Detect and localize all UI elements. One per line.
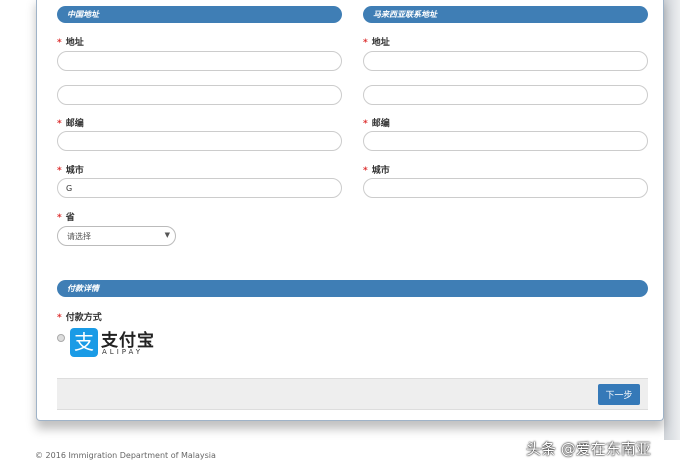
- payment-details-header: 付款详情: [57, 280, 648, 297]
- cn-city-input[interactable]: [57, 178, 342, 198]
- alipay-logo-icon[interactable]: 支: [70, 328, 98, 357]
- cn-city-label: * 城市: [57, 166, 84, 176]
- cn-postcode-input[interactable]: [57, 131, 342, 151]
- form-actions-bar: 下一步: [57, 378, 648, 410]
- next-button[interactable]: 下一步: [598, 384, 640, 405]
- cn-state-select[interactable]: 请选择 ▼: [57, 226, 176, 246]
- my-city-input[interactable]: [363, 178, 648, 198]
- footer-copyright: © 2016 Immigration Department of Malaysi…: [35, 451, 216, 460]
- malaysia-address-header: 马来西亚联系地址: [363, 6, 648, 23]
- my-postcode-input[interactable]: [363, 131, 648, 151]
- my-city-label: * 城市: [363, 166, 390, 176]
- cn-address-line1-input[interactable]: [57, 51, 342, 71]
- my-postcode-label: * 邮编: [363, 119, 390, 129]
- my-address-label: * 地址: [363, 38, 390, 48]
- cn-address-label: * 地址: [57, 38, 84, 48]
- alipay-brand-en: ALIPAY: [102, 348, 144, 356]
- my-address-line2-input[interactable]: [363, 85, 648, 105]
- china-address-header: 中国地址: [57, 6, 342, 23]
- alipay-radio[interactable]: [57, 334, 65, 342]
- payment-method-label: * 付款方式: [57, 313, 102, 323]
- cn-address-line2-input[interactable]: [57, 85, 342, 105]
- page-background: [664, 0, 680, 440]
- cn-state-label: * 省: [57, 213, 75, 223]
- my-address-line1-input[interactable]: [363, 51, 648, 71]
- watermark: 头条 @爱在东南亚: [526, 440, 651, 458]
- cn-postcode-label: * 邮编: [57, 119, 84, 129]
- caret-down-icon: ▼: [164, 231, 170, 239]
